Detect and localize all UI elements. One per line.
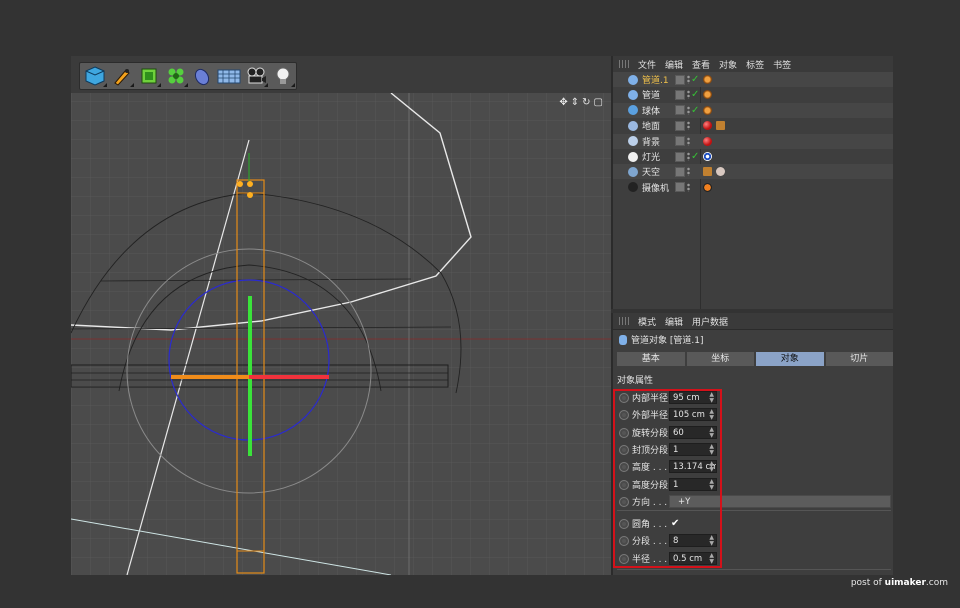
menu-view[interactable]: 查看	[692, 58, 710, 71]
enabled-check-icon[interactable]: ✓	[691, 151, 699, 162]
menu-file[interactable]: 文件	[638, 58, 656, 71]
object-row[interactable]: 管道 ✓	[613, 87, 893, 102]
visibility-dots-icon[interactable]	[687, 136, 690, 146]
object-name[interactable]: 球体	[642, 104, 660, 117]
highlight-box	[613, 389, 722, 568]
viewport-nav-controls: ✥ ⇕ ↻ ▢	[559, 97, 603, 108]
visibility-dots-icon[interactable]	[687, 75, 690, 84]
object-tag-icon[interactable]	[703, 90, 712, 100]
layer-icon[interactable]	[675, 74, 685, 85]
menu-user-data[interactable]: 用户数据	[692, 315, 728, 328]
tube-object-icon	[619, 335, 627, 345]
rotate-view-icon[interactable]: ↻	[582, 97, 590, 108]
viewport-canvas[interactable]	[71, 93, 611, 575]
viewport-toolbar	[79, 62, 297, 90]
object-name[interactable]: 管道	[642, 88, 660, 101]
deformer-icon[interactable]	[190, 64, 216, 88]
visibility-dots-icon[interactable]	[687, 152, 690, 161]
layer-icon[interactable]	[675, 89, 685, 100]
object-tag-icon[interactable]	[703, 121, 712, 131]
object-name[interactable]: 管道.1	[642, 73, 669, 86]
object-name[interactable]: 地面	[642, 119, 660, 132]
menu-objects[interactable]: 对象	[719, 58, 737, 71]
object-row[interactable]: 背景	[613, 133, 893, 149]
viewport-panel[interactable]: ✥ ⇕ ↻ ▢	[71, 56, 611, 575]
object-manager-menubar: 文件 编辑 查看 对象 标签 书签	[613, 56, 893, 73]
move-view-icon[interactable]: ✥	[559, 97, 567, 108]
object-tag-icon[interactable]	[703, 75, 712, 84]
background-object-icon	[628, 136, 638, 147]
object-tag-icon[interactable]	[716, 167, 725, 177]
viewport-toolbar-strip	[71, 56, 611, 93]
object-row[interactable]: 地面	[613, 118, 893, 133]
attribute-tab[interactable]: 切片	[825, 352, 893, 366]
light-object-icon	[628, 151, 638, 162]
sky-object-icon	[628, 166, 638, 177]
layer-icon[interactable]	[675, 166, 685, 177]
menu-bookmarks[interactable]: 书签	[773, 58, 791, 71]
maximize-view-icon[interactable]: ▢	[594, 97, 603, 108]
attribute-tab[interactable]: 坐标	[686, 352, 754, 366]
object-tag-icon[interactable]	[716, 121, 725, 131]
layer-icon[interactable]	[675, 151, 685, 162]
object-name[interactable]: 背景	[642, 135, 660, 148]
pen-icon[interactable]	[109, 64, 135, 88]
attribute-tab[interactable]: 对象	[756, 352, 824, 366]
light-bulb-icon[interactable]	[270, 64, 296, 88]
watermark-credit: post of uimaker.com	[850, 578, 948, 588]
enabled-check-icon[interactable]: ✓	[691, 105, 699, 116]
menu-edit[interactable]: 编辑	[665, 58, 683, 71]
tube-object-icon	[628, 74, 638, 85]
visibility-dots-icon[interactable]	[687, 182, 690, 192]
layer-icon[interactable]	[675, 105, 685, 116]
object-name[interactable]: 摄像机	[642, 181, 669, 194]
enabled-check-icon[interactable]: ✓	[691, 89, 699, 100]
sphere-object-icon	[628, 105, 638, 116]
layer-icon[interactable]	[675, 182, 685, 193]
camera-object-icon	[628, 182, 638, 193]
attribute-tabs: 基本 坐标 对象 切片	[617, 352, 893, 366]
object-tag-icon[interactable]	[703, 136, 712, 146]
object-row[interactable]: 球体 ✓	[613, 102, 893, 118]
subdivision-icon[interactable]	[136, 64, 162, 88]
layer-icon[interactable]	[675, 120, 685, 131]
section-label: 对象属性	[617, 376, 654, 386]
object-tag-icon[interactable]	[703, 167, 712, 177]
menu-mode[interactable]: 模式	[638, 315, 656, 328]
panel-grip-icon[interactable]	[619, 317, 629, 325]
menu-edit[interactable]: 编辑	[665, 315, 683, 328]
object-row[interactable]: 摄像机	[613, 180, 893, 195]
object-tag-icon[interactable]	[703, 182, 712, 192]
zoom-view-icon[interactable]: ⇕	[571, 97, 579, 108]
object-tag-icon[interactable]	[703, 152, 712, 161]
object-name[interactable]: 灯光	[642, 150, 660, 163]
visibility-dots-icon[interactable]	[687, 167, 690, 177]
object-name[interactable]: 天空	[642, 165, 660, 178]
object-row[interactable]: 灯光 ✓	[613, 149, 893, 164]
camera-icon[interactable]	[243, 64, 269, 88]
panel-grip-icon[interactable]	[619, 60, 629, 68]
attribute-title: 管道对象 [管道.1]	[619, 333, 703, 346]
floor-object-icon	[628, 120, 638, 131]
object-tag-icon[interactable]	[703, 105, 712, 115]
object-manager: 文件 编辑 查看 对象 标签 书签 管道.1 ✓ 管道 ✓ 球体 ✓ 地面背景灯光 ✓ 天空摄像…	[611, 56, 893, 309]
cloner-icon[interactable]	[163, 64, 189, 88]
object-row[interactable]: 管道.1 ✓	[613, 72, 893, 87]
floor-grid-icon[interactable]	[216, 64, 242, 88]
visibility-dots-icon[interactable]	[687, 105, 690, 115]
menu-tags[interactable]: 标签	[746, 58, 764, 71]
visibility-dots-icon[interactable]	[687, 121, 690, 131]
layer-icon[interactable]	[675, 136, 685, 147]
enabled-check-icon[interactable]: ✓	[691, 74, 699, 85]
separator	[617, 569, 891, 570]
attribute-tab[interactable]: 基本	[617, 352, 685, 366]
attribute-manager-menubar: 模式 编辑 用户数据	[613, 313, 893, 330]
cube-icon[interactable]	[82, 64, 108, 88]
tube-object-icon	[628, 89, 638, 100]
object-row[interactable]: 天空	[613, 164, 893, 180]
visibility-dots-icon[interactable]	[687, 90, 690, 100]
